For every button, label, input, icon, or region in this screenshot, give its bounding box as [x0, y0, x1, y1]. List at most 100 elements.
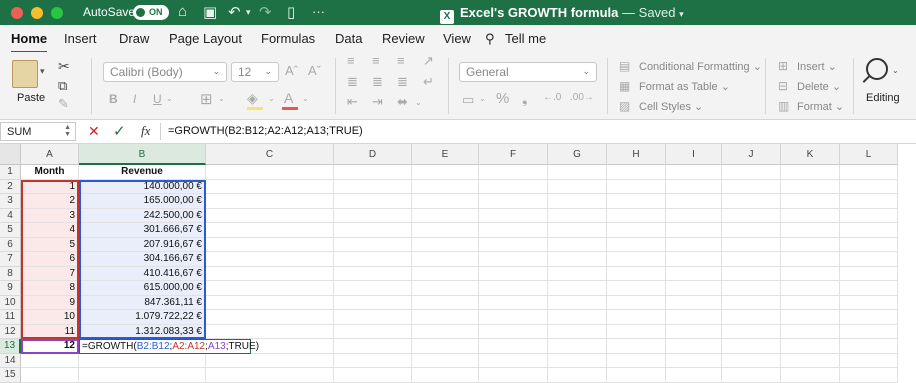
cell-e9[interactable]: [412, 281, 479, 296]
tab-home[interactable]: Home: [11, 31, 48, 54]
cell-h5[interactable]: [607, 223, 666, 238]
column-header-j[interactable]: J: [722, 144, 781, 165]
select-all-corner[interactable]: [0, 144, 21, 165]
cell-b11[interactable]: 1.079.722,22 €: [79, 310, 206, 325]
undo-icon[interactable]: ↶: [228, 3, 241, 21]
cell-l8[interactable]: [840, 266, 898, 281]
column-header-g[interactable]: G: [548, 144, 607, 165]
cell-b3[interactable]: 165.000,00 €: [79, 194, 206, 209]
font-size-select[interactable]: 12 ⌄: [231, 62, 279, 82]
tab-data[interactable]: Data: [335, 31, 362, 46]
cell-j10[interactable]: [722, 295, 781, 310]
currency-icon[interactable]: ▭: [462, 92, 474, 108]
cell-j14[interactable]: [722, 353, 781, 368]
cell-e13[interactable]: [412, 339, 479, 354]
merge-center-icon[interactable]: ⬌: [397, 94, 408, 110]
underline-icon[interactable]: U: [153, 92, 162, 106]
cell-b10[interactable]: 847.361,11 €: [79, 295, 206, 310]
cell-d14[interactable]: [334, 353, 412, 368]
cell-j7[interactable]: [722, 252, 781, 267]
cell-c15[interactable]: [206, 368, 334, 383]
chevron-down-icon[interactable]: ⌄: [892, 66, 899, 75]
cell-d5[interactable]: [334, 223, 412, 238]
cell-styles-button[interactable]: Cell Styles ⌄: [639, 100, 703, 113]
cell-f9[interactable]: [479, 281, 548, 296]
cell-i9[interactable]: [666, 281, 722, 296]
row-header-9[interactable]: 9: [0, 281, 21, 296]
format-painter-icon[interactable]: ✎: [58, 96, 69, 112]
row-header-11[interactable]: 11: [0, 310, 21, 325]
align-bottom-icon[interactable]: ≡: [397, 54, 405, 67]
cell-c8[interactable]: [206, 266, 334, 281]
chevron-down-icon[interactable]: ⌄: [415, 98, 422, 107]
cell-g8[interactable]: [548, 266, 607, 281]
cell-a3[interactable]: 2: [21, 194, 79, 209]
cell-c11[interactable]: [206, 310, 334, 325]
delete-cells-icon[interactable]: ⊟: [778, 79, 788, 93]
cell-a14[interactable]: [21, 353, 79, 368]
cell-g13[interactable]: [548, 339, 607, 354]
cell-j6[interactable]: [722, 237, 781, 252]
cell-k4[interactable]: [781, 208, 840, 223]
row-header-4[interactable]: 4: [0, 208, 21, 223]
cell-h13[interactable]: [607, 339, 666, 354]
cell-f2[interactable]: [479, 179, 548, 194]
cell-d6[interactable]: [334, 237, 412, 252]
cell-f15[interactable]: [479, 368, 548, 383]
cell-l10[interactable]: [840, 295, 898, 310]
cell-j2[interactable]: [722, 179, 781, 194]
column-header-h[interactable]: H: [607, 144, 666, 165]
cell-h8[interactable]: [607, 266, 666, 281]
cell-j1[interactable]: [722, 165, 781, 180]
cell-l2[interactable]: [840, 179, 898, 194]
decrease-indent-icon[interactable]: ⇤: [347, 94, 358, 110]
format-as-table-icon[interactable]: ▦: [619, 79, 630, 93]
cell-c2[interactable]: [206, 179, 334, 194]
column-header-b[interactable]: B: [79, 144, 206, 165]
format-cells-icon[interactable]: ▥: [778, 99, 789, 113]
cell-k1[interactable]: [781, 165, 840, 180]
cell-e6[interactable]: [412, 237, 479, 252]
cell-b2[interactable]: 140.000,00 €: [79, 179, 206, 194]
cell-i3[interactable]: [666, 194, 722, 209]
cell-j11[interactable]: [722, 310, 781, 325]
cell-h9[interactable]: [607, 281, 666, 296]
align-middle-icon[interactable]: ≡: [372, 54, 380, 67]
cell-c9[interactable]: [206, 281, 334, 296]
cell-c5[interactable]: [206, 223, 334, 238]
cell-styles-icon[interactable]: ▨: [619, 99, 630, 113]
cell-h6[interactable]: [607, 237, 666, 252]
cell-e8[interactable]: [412, 266, 479, 281]
chevron-down-icon[interactable]: ⌄: [268, 94, 275, 103]
cell-d4[interactable]: [334, 208, 412, 223]
cell-g12[interactable]: [548, 324, 607, 339]
column-header-a[interactable]: A: [21, 144, 79, 165]
cell-f12[interactable]: [479, 324, 548, 339]
cell-d12[interactable]: [334, 324, 412, 339]
close-window-button[interactable]: [11, 7, 23, 19]
cell-l1[interactable]: [840, 165, 898, 180]
format-cells-button[interactable]: Format ⌄: [797, 100, 844, 113]
cell-e5[interactable]: [412, 223, 479, 238]
cell-k10[interactable]: [781, 295, 840, 310]
cell-l12[interactable]: [840, 324, 898, 339]
cell-i13[interactable]: [666, 339, 722, 354]
format-as-table-button[interactable]: Format as Table ⌄: [639, 80, 730, 93]
cell-f1[interactable]: [479, 165, 548, 180]
cell-e7[interactable]: [412, 252, 479, 267]
cell-a5[interactable]: 4: [21, 223, 79, 238]
cell-i8[interactable]: [666, 266, 722, 281]
cell-j8[interactable]: [722, 266, 781, 281]
increase-decimal-icon[interactable]: ←.0: [543, 92, 561, 103]
cell-c10[interactable]: [206, 295, 334, 310]
cell-g6[interactable]: [548, 237, 607, 252]
borders-icon[interactable]: ⊞: [200, 90, 213, 108]
cell-b5[interactable]: 301.666,67 €: [79, 223, 206, 238]
column-header-k[interactable]: K: [781, 144, 840, 165]
cell-i7[interactable]: [666, 252, 722, 267]
cell-b8[interactable]: 410.416,67 €: [79, 266, 206, 281]
row-header-13[interactable]: 13: [0, 339, 21, 354]
cell-b1[interactable]: Revenue: [79, 165, 206, 180]
cell-c7[interactable]: [206, 252, 334, 267]
row-header-5[interactable]: 5: [0, 223, 21, 238]
